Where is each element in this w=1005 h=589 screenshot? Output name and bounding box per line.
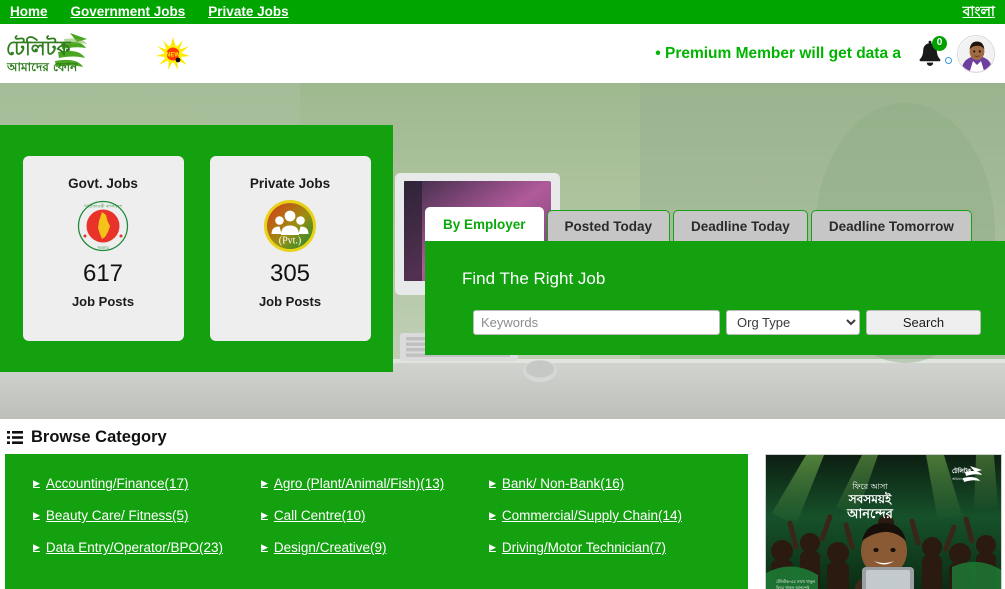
caret-right-icon: ▶ [33,478,40,488]
teletalk-logo-mark: টেলিটক আমাদের ফোন [6,32,87,74]
caret-right-icon: ▶ [489,542,496,552]
browse-category-title: Browse Category [31,428,167,446]
category-label: Design/Creative(9) [273,540,387,555]
notification-bell-button[interactable]: 0 [913,35,952,72]
search-form: Org Type Search [462,310,1005,335]
browse-category-area: ▶ Accounting/Finance(17) ▶ Agro (Plant/A… [0,454,1005,589]
svg-text:আমাদের ফোন: আমাদের ফোন [951,477,972,481]
caret-right-icon: ▶ [33,542,40,552]
job-search-panel: By Employer Posted Today Deadline Today … [425,207,1005,355]
svg-text:আনন্দের: আনন্দের [846,507,894,522]
user-avatar[interactable] [957,34,995,73]
caret-right-icon: ▶ [33,510,40,520]
teletalk-promo-banner[interactable]: ফিরে আসা সবসময়ই আনন্দের টেলিটক আমাদের ফ… [765,454,1002,589]
category-agro[interactable]: ▶ Agro (Plant/Animal/Fish)(13) [261,476,489,491]
category-label: Commercial/Supply Chain(14) [501,508,682,523]
svg-text:টেলিটক: টেলিটক [6,35,72,60]
category-driving-motor-technician[interactable]: ▶ Driving/Motor Technician(7) [489,540,748,555]
new-starburst-icon: NEW [156,36,190,70]
hero-section: Govt. Jobs গণপ্রজাতন্ত্রী বাংলাদেশ সরকার… [0,83,1005,419]
teletalk-logo[interactable]: টেলিটক আমাদের ফোন NEW [4,26,191,81]
caret-right-icon: ▶ [261,510,268,520]
top-navigation-bar: Home Government Jobs Private Jobs বাংলা [0,0,1005,24]
org-type-select[interactable]: Org Type [726,310,860,335]
govt-jobs-title: Govt. Jobs [68,176,138,191]
private-group-pvt-icon: (Pvt.) [264,200,316,252]
category-data-entry-operator-bpo[interactable]: ▶ Data Entry/Operator/BPO(23) [33,540,261,555]
category-commercial-supply-chain[interactable]: ▶ Commercial/Supply Chain(14) [489,508,748,523]
govt-jobs-card[interactable]: Govt. Jobs গণপ্রজাতন্ত্রী বাংলাদেশ সরকার… [22,156,184,341]
bangladesh-govt-emblem-icon: গণপ্রজাতন্ত্রী বাংলাদেশ সরকার [77,200,129,252]
list-icon [7,431,23,444]
category-list-panel: ▶ Accounting/Finance(17) ▶ Agro (Plant/A… [5,454,748,589]
category-label: Agro (Plant/Animal/Fish)(13) [273,476,445,491]
find-the-right-job-title: Find The Right Job [462,269,606,288]
browse-category-header: Browse Category [0,419,1005,454]
svg-text:(Pvt.): (Pvt.) [279,236,302,247]
nav-item-home[interactable]: Home [10,0,48,24]
category-label: Data Entry/Operator/BPO(23) [45,540,223,555]
premium-member-marquee: • Premium Member will get data a [655,44,901,62]
keywords-input[interactable] [473,310,720,335]
category-label: Driving/Motor Technician(7) [501,540,666,555]
govt-jobs-label: Job Posts [71,294,135,310]
govt-jobs-count: 617 [82,260,124,287]
language-toggle-bangla[interactable]: বাংলা [963,0,997,24]
search-button[interactable]: Search [866,310,981,335]
site-header: টেলিটক আমাদের ফোন NEW • Premium Member w… [0,24,1005,83]
svg-text:সবসময়ই: সবসময়ই [848,491,892,506]
tab-deadline-today[interactable]: Deadline Today [673,210,808,241]
private-jobs-card[interactable]: Private Jobs (Pvt.) 305 Job Posts [209,156,371,341]
private-jobs-title: Private Jobs [249,176,331,191]
notification-status-dot [945,56,952,64]
notification-count-badge: 0 [932,35,947,51]
job-search-tabs: By Employer Posted Today Deadline Today … [425,207,1005,241]
private-jobs-count: 305 [269,260,311,287]
category-label: Accounting/Finance(17) [45,476,189,491]
job-stats-panel: Govt. Jobs গণপ্রজাতন্ত্রী বাংলাদেশ সরকার… [0,125,393,372]
category-label: Call Centre(10) [273,508,366,523]
svg-text:টেলিটক-এর সাথে থাকুন: টেলিটক-এর সাথে থাকুন [776,579,816,584]
category-beauty-care-fitness[interactable]: ▶ Beauty Care/ Fitness(5) [33,508,261,523]
avatar-photo [958,36,994,72]
job-search-body: Find The Right Job Org Type Search [425,241,1005,355]
svg-text:NEW: NEW [166,52,180,58]
category-call-centre[interactable]: ▶ Call Centre(10) [261,508,489,523]
tab-by-employer[interactable]: By Employer [425,207,544,241]
category-bank-non-bank[interactable]: ▶ Bank/ Non-Bank(16) [489,476,748,491]
svg-text:টেলিটক: টেলিটক [952,466,972,475]
svg-text:গণপ্রজাতন্ত্রী বাংলাদেশ: গণপ্রজাতন্ত্রী বাংলাদেশ [84,203,123,208]
category-accounting-finance[interactable]: ▶ Accounting/Finance(17) [33,476,261,491]
svg-text:সরকার: সরকার [96,245,109,250]
svg-text:আমাদের ফোন: আমাদের ফোন [6,60,78,74]
caret-right-icon: ▶ [261,542,268,552]
svg-text:ফিরে আসা: ফিরে আসা [851,482,888,491]
category-label: Bank/ Non-Bank(16) [501,476,625,491]
nav-item-private-jobs[interactable]: Private Jobs [208,0,288,24]
nav-item-government-jobs[interactable]: Government Jobs [71,0,186,24]
tab-deadline-tomorrow[interactable]: Deadline Tomorrow [810,210,972,241]
caret-right-icon: ▶ [261,478,268,488]
private-jobs-label: Job Posts [258,294,322,310]
category-design-creative[interactable]: ▶ Design/Creative(9) [261,540,489,555]
caret-right-icon: ▶ [489,478,496,488]
category-grid: ▶ Accounting/Finance(17) ▶ Agro (Plant/A… [33,476,748,555]
tab-posted-today[interactable]: Posted Today [546,210,671,241]
caret-right-icon: ▶ [489,510,496,520]
promo-banner-image: ফিরে আসা সবসময়ই আনন্দের টেলিটক আমাদের ফ… [766,455,1001,589]
svg-text:ফিরে থাকুন আনন্দেই: ফিরে থাকুন আনন্দেই [775,585,810,589]
category-label: Beauty Care/ Fitness(5) [45,508,189,523]
